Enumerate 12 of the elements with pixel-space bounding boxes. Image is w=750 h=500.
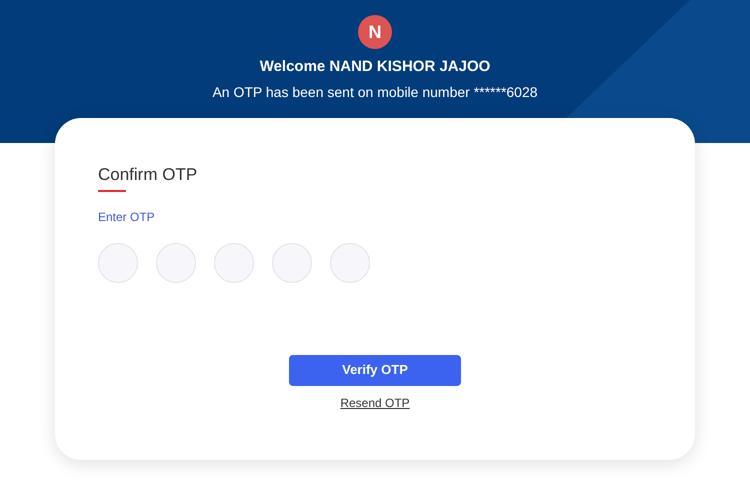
verify-otp-button[interactable]: Verify OTP <box>289 354 461 386</box>
otp-digit-field[interactable] <box>214 242 254 282</box>
otp-digit-field[interactable] <box>330 242 370 282</box>
otp-digit-field[interactable] <box>98 242 138 282</box>
field-label: Enter OTP <box>98 208 155 226</box>
otp-digit-field[interactable] <box>272 242 312 282</box>
otp-digit-field[interactable] <box>156 242 196 282</box>
otp-sent-message: An OTP has been sent on mobile number ******6028 <box>212 82 538 102</box>
welcome-heading: Welcome NAND KISHOR JAJOO <box>260 57 490 77</box>
card-title: Confirm OTP <box>98 164 198 186</box>
resend-otp-link[interactable]: Resend OTP <box>340 394 410 412</box>
title-underline <box>98 190 126 192</box>
